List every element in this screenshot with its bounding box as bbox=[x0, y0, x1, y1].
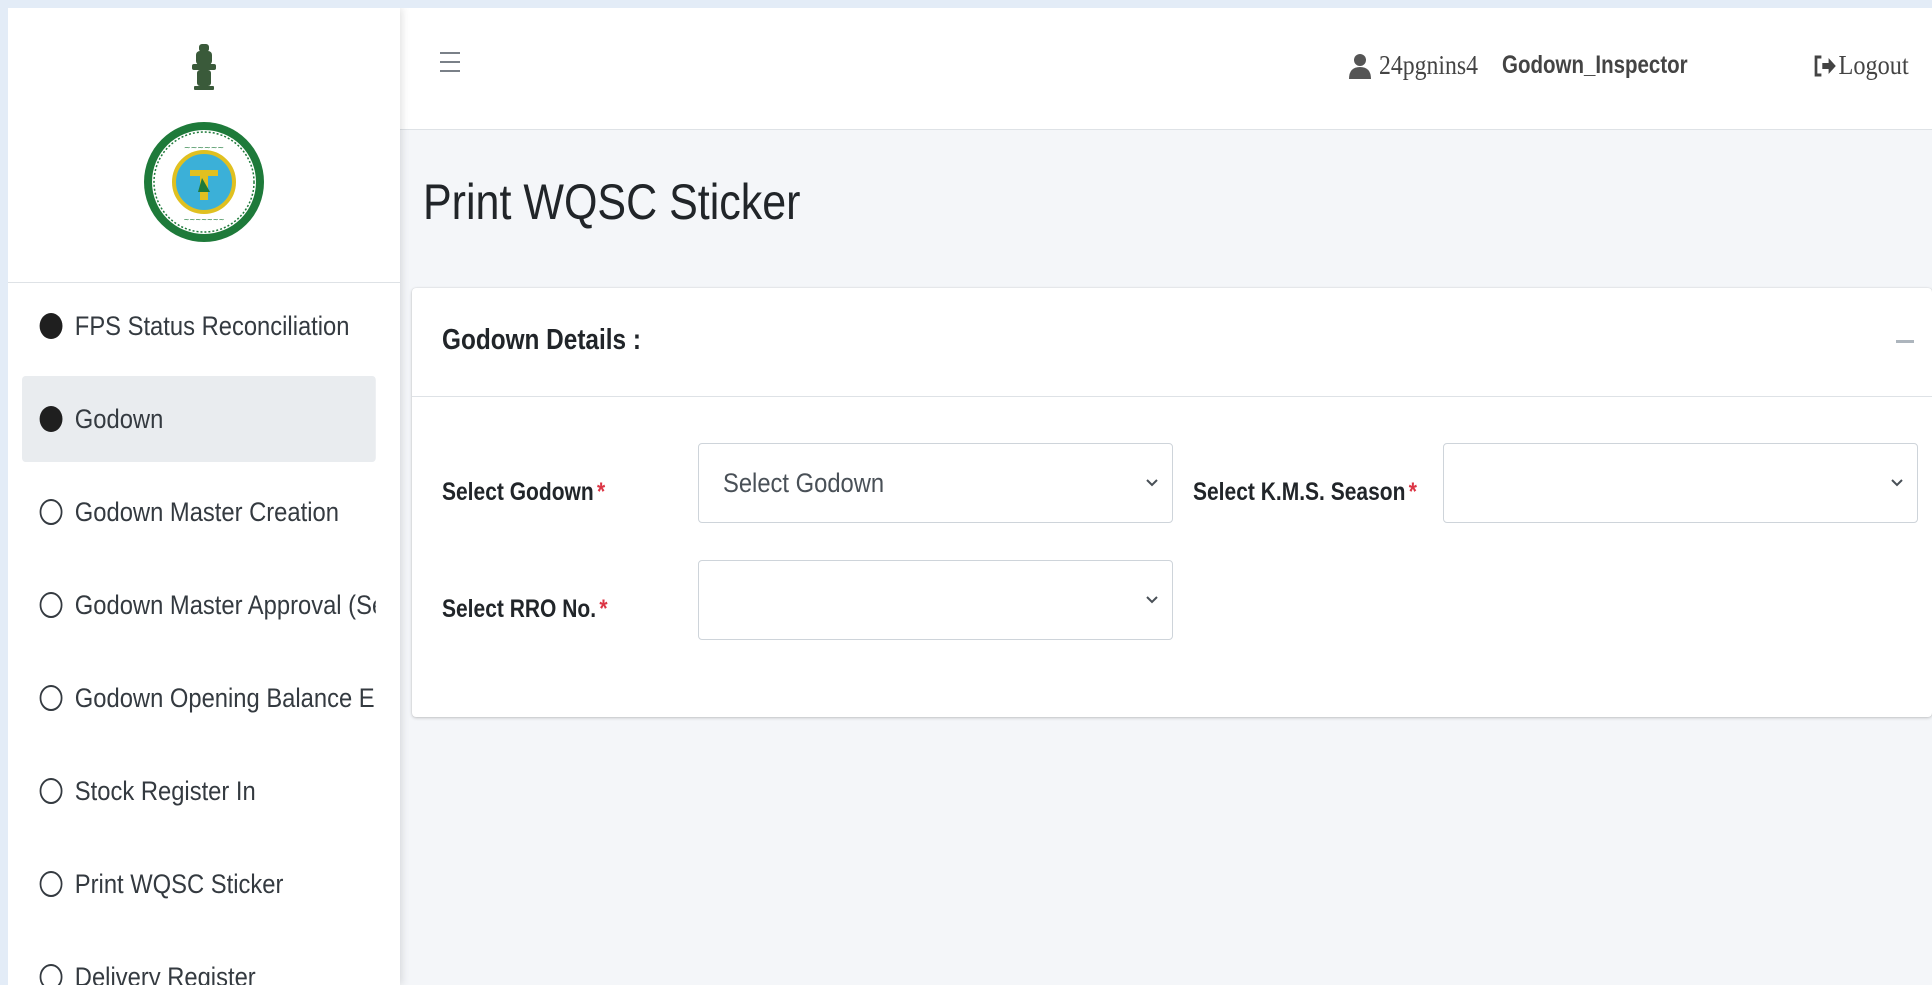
card-header: Godown Details : bbox=[412, 288, 1932, 397]
collapse-minus-icon[interactable] bbox=[1896, 340, 1914, 343]
select-rro-label: Select RRO No. * bbox=[442, 595, 608, 624]
sidebar-item-label: Godown bbox=[74, 403, 164, 434]
sidebar-item-label: Godown Opening Balance Er bbox=[74, 682, 377, 713]
user-info: 24pgnins4 Godown_Inspector Logout bbox=[1349, 50, 1914, 81]
svg-text:~~~~~~: ~~~~~~ bbox=[184, 143, 224, 152]
sidebar-item-godown-master-creation[interactable]: Godown Master Creation bbox=[22, 469, 376, 555]
select-godown-dropdown[interactable]: Select Godown bbox=[698, 443, 1173, 523]
sidebar-item-label: Godown Master Approval (Se bbox=[74, 589, 377, 620]
sidebar: ~~~~~~ ~~~~~~~ FPS Status Reconciliation… bbox=[8, 8, 400, 985]
top-navbar: 24pgnins4 Godown_Inspector Logout bbox=[400, 8, 1932, 130]
user-icon bbox=[1349, 53, 1372, 79]
app-frame: ~~~~~~ ~~~~~~~ FPS Status Reconciliation… bbox=[8, 8, 1932, 985]
select-rro-dropdown[interactable] bbox=[698, 560, 1173, 640]
card-title: Godown Details : bbox=[442, 324, 641, 356]
chevron-down-icon bbox=[1146, 596, 1158, 604]
filled-circle-icon bbox=[39, 313, 63, 339]
sidebar-item-label: Godown Master Creation bbox=[74, 496, 339, 527]
page-title: Print WQSC Sticker bbox=[423, 174, 801, 230]
sidebar-item-label: Delivery Register bbox=[74, 961, 256, 985]
sidebar-nav: FPS Status Reconciliation Godown Godown … bbox=[8, 283, 400, 985]
select-kms-season-label: Select K.M.S. Season * bbox=[1193, 478, 1417, 507]
sidebar-item-label: FPS Status Reconciliation bbox=[74, 310, 350, 341]
chevron-down-icon bbox=[1891, 479, 1903, 487]
empty-circle-icon bbox=[39, 964, 63, 985]
filled-circle-icon bbox=[39, 406, 63, 432]
sidebar-item-fps-status-reconciliation[interactable]: FPS Status Reconciliation bbox=[22, 283, 376, 369]
empty-circle-icon bbox=[39, 499, 63, 525]
sidebar-item-godown-opening-balance[interactable]: Godown Opening Balance Er bbox=[22, 655, 376, 741]
select-godown-label-text: Select Godown bbox=[442, 478, 594, 506]
select-kms-season-dropdown[interactable] bbox=[1443, 443, 1918, 523]
sidebar-item-stock-register-in[interactable]: Stock Register In bbox=[22, 748, 376, 834]
west-bengal-emblem-logo[interactable]: ~~~~~~ ~~~~~~~ bbox=[144, 42, 264, 254]
sidebar-item-label: Stock Register In bbox=[74, 775, 256, 806]
select-kms-season-label-text: Select K.M.S. Season bbox=[1193, 478, 1406, 506]
sidebar-item-godown-master-approval[interactable]: Godown Master Approval (Se bbox=[22, 562, 376, 648]
empty-circle-icon bbox=[39, 685, 63, 711]
logout-button[interactable]: Logout bbox=[1813, 50, 1909, 81]
godown-details-card: Godown Details : Select Godown * Select G… bbox=[412, 288, 1932, 717]
sidebar-item-godown[interactable]: Godown bbox=[22, 376, 377, 462]
sidebar-item-delivery-register[interactable]: Delivery Register bbox=[22, 934, 376, 985]
select-godown-value: Select Godown bbox=[723, 468, 885, 498]
sign-out-icon bbox=[1814, 55, 1836, 76]
required-mark: * bbox=[1408, 478, 1417, 506]
sidebar-item-label: Print WQSC Sticker bbox=[74, 868, 284, 899]
sidebar-item-print-wqsc-sticker[interactable]: Print WQSC Sticker bbox=[22, 841, 376, 927]
user-role: Godown_Inspector bbox=[1501, 51, 1688, 79]
required-mark: * bbox=[599, 595, 608, 623]
empty-circle-icon bbox=[39, 592, 63, 618]
empty-circle-icon bbox=[39, 778, 63, 804]
chevron-down-icon bbox=[1146, 479, 1158, 487]
required-mark: * bbox=[597, 478, 606, 506]
svg-text:~~~~~~~: ~~~~~~~ bbox=[183, 216, 224, 224]
select-rro-label-text: Select RRO No. bbox=[442, 595, 597, 623]
user-name: 24pgnins4 bbox=[1379, 50, 1479, 80]
empty-circle-icon bbox=[39, 871, 63, 897]
brand-logo-area: ~~~~~~ ~~~~~~~ bbox=[8, 8, 400, 283]
hamburger-menu-icon[interactable] bbox=[440, 52, 460, 78]
logout-label: Logout bbox=[1838, 50, 1909, 80]
select-godown-label: Select Godown * bbox=[442, 478, 605, 507]
